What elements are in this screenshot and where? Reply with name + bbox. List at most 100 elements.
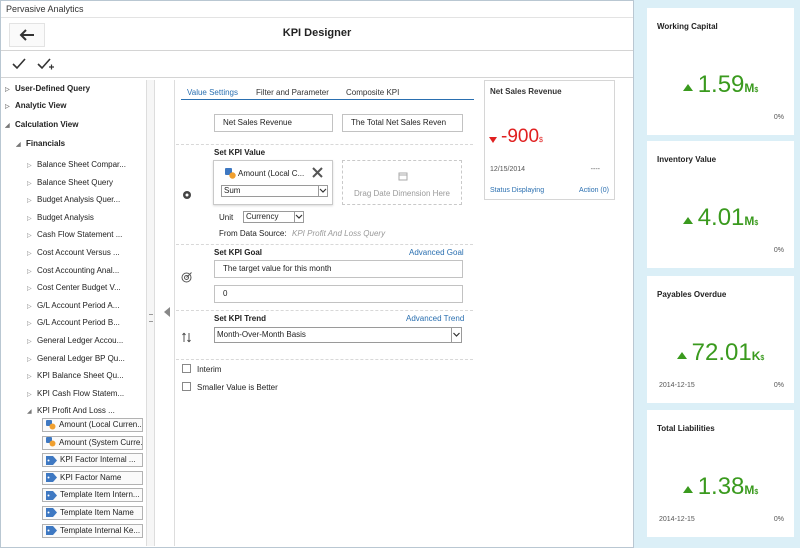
kpi-card-value: 4.01M$ xyxy=(647,204,794,232)
query-item[interactable]: ▷ Balance Sheet Query xyxy=(27,176,146,190)
section-separator xyxy=(176,244,473,245)
kpi-card-title: Total Liabilities xyxy=(657,424,715,433)
query-item[interactable]: ▷ G/L Account Period B... xyxy=(27,316,146,330)
caret-right-icon: ▷ xyxy=(5,87,10,93)
query-item[interactable]: ▷ Budget Analysis xyxy=(27,211,146,225)
kpi-card-date: 2014-12-15 xyxy=(659,516,695,523)
kpi-card[interactable]: Inventory Value 4.01M$ 0% xyxy=(647,141,794,268)
caret-right-icon: ▷ xyxy=(27,339,32,345)
tab-underline xyxy=(181,99,474,100)
tab-composite-kpi[interactable]: Composite KPI xyxy=(346,88,399,97)
query-item[interactable]: ▷ Balance Sheet Compar... xyxy=(27,158,146,172)
caret-right-icon: ▷ xyxy=(27,251,32,257)
data-source-value: KPI Profit And Loss Query xyxy=(292,229,386,238)
query-item[interactable]: ▷ KPI Balance Sheet Qu... xyxy=(27,369,146,383)
status-displaying-link[interactable]: Status Displaying xyxy=(490,187,544,194)
field-chip[interactable]: Template Item Intern... xyxy=(42,488,143,503)
kpi-card[interactable]: Payables Overdue 72.01K$ 2014-12-15 0% xyxy=(647,276,794,403)
field-chip[interactable]: Template Item Name xyxy=(42,506,143,520)
caret-right-icon: ▷ xyxy=(27,374,32,381)
save-button[interactable] xyxy=(9,55,29,73)
query-item[interactable]: ▷ Budget Analysis Quer... xyxy=(27,193,146,207)
set-kpi-value-label: Set KPI Value xyxy=(214,148,266,157)
dimension-tag-icon xyxy=(46,455,57,465)
tree-item-calculation-view[interactable]: ◢ Calculation View xyxy=(5,118,146,132)
collapse-sidebar-icon[interactable] xyxy=(164,307,170,317)
trend-up-icon xyxy=(676,352,687,360)
tree-item-analytic-view[interactable]: ▷ Analytic View xyxy=(5,99,146,113)
smaller-is-better-label: Smaller Value is Better xyxy=(197,383,278,392)
kpi-preview-card: Net Sales Revenue -900$ 12/15/2014 ---- … xyxy=(484,80,615,200)
field-chip[interactable]: KPI Factor Name xyxy=(42,470,143,485)
window-titlebar: Pervasive Analytics xyxy=(1,1,633,18)
query-item[interactable]: ◢ KPI Profit And Loss ... xyxy=(27,404,146,418)
action-link[interactable]: Action (0) xyxy=(579,187,609,194)
date-dimension-dropzone[interactable]: Drag Date Dimension Here xyxy=(342,160,462,205)
query-item[interactable]: ▷ General Ledger BP Qu... xyxy=(27,352,146,366)
aggregation-select[interactable]: Sum xyxy=(221,185,328,197)
query-item[interactable]: ▷ Cash Flow Statement ... xyxy=(27,228,146,242)
caret-right-icon: ▷ xyxy=(27,321,32,328)
calendar-icon xyxy=(398,172,408,181)
dimension-tag-icon xyxy=(46,525,57,535)
interim-checkbox[interactable] xyxy=(182,364,191,373)
field-chip[interactable]: Amount (Local Curren... xyxy=(42,418,143,432)
caret-right-icon: ▷ xyxy=(5,104,10,110)
page-header: KPI Designer xyxy=(1,18,633,51)
toolbar xyxy=(1,51,633,78)
set-kpi-trend-label: Set KPI Trend xyxy=(214,314,267,323)
advanced-trend-link[interactable]: Advanced Trend xyxy=(406,314,464,323)
sidebar-splitter[interactable] xyxy=(146,80,155,546)
kpi-card[interactable]: Total Liabilities 1.38M$ 2014-12-15 0% xyxy=(647,410,794,537)
chevron-down-icon xyxy=(451,328,461,342)
field-chip[interactable]: KPI Factor Internal ... xyxy=(42,453,143,468)
trend-select[interactable]: Month-Over-Month Basis xyxy=(214,327,462,343)
section-separator xyxy=(176,310,473,311)
trend-up-icon xyxy=(682,84,693,92)
kpi-card[interactable]: Working Capital 1.59M$ 0% xyxy=(647,8,794,135)
query-item[interactable]: ▷ General Ledger Accou... xyxy=(27,334,146,348)
goal-value-input[interactable]: 0 xyxy=(214,285,463,303)
caret-down-icon: ◢ xyxy=(5,123,10,129)
preview-date: 12/15/2014 xyxy=(490,166,526,173)
measure-icon xyxy=(46,419,56,430)
tree-item-user-defined-query[interactable]: ▷ User-Defined Query xyxy=(5,82,146,96)
query-item[interactable]: ▷ Cost Accounting Anal... xyxy=(27,264,146,278)
trend-up-icon xyxy=(682,486,693,494)
tab-filter-and-parameter[interactable]: Filter and Parameter xyxy=(256,88,329,97)
chevron-down-icon xyxy=(294,212,303,222)
field-chip[interactable]: Template Internal Ke... xyxy=(42,523,143,538)
back-button[interactable] xyxy=(9,23,45,47)
save-as-button[interactable] xyxy=(36,55,56,73)
field-chip[interactable]: Amount (System Curre... xyxy=(42,435,143,450)
chevron-down-icon xyxy=(318,186,327,196)
advanced-goal-link[interactable]: Advanced Goal xyxy=(409,248,464,257)
kpi-card-value: 1.59M$ xyxy=(647,71,794,99)
query-item[interactable]: ▷ Cost Account Versus ... xyxy=(27,246,146,260)
smaller-is-better-checkbox[interactable] xyxy=(182,382,191,391)
kpi-card-title: Payables Overdue xyxy=(657,290,727,299)
value-field-label: Amount (Local C... xyxy=(238,169,305,178)
kpi-card-percent: 0% xyxy=(773,516,784,523)
tree-item-financials[interactable]: ◢ Financials xyxy=(16,137,146,151)
tab-value-settings[interactable]: Value Settings xyxy=(187,88,238,97)
query-item[interactable]: ▷ G/L Account Period A... xyxy=(27,299,146,313)
trend-down-icon xyxy=(489,136,497,143)
query-item[interactable]: ▷ KPI Cash Flow Statem... xyxy=(27,387,146,401)
preview-value: -900$ xyxy=(489,126,543,148)
query-item[interactable]: ▷ Cost Center Budget V... xyxy=(27,281,146,295)
kpi-name-input[interactable]: Net Sales Revenue xyxy=(214,114,333,132)
unit-select[interactable]: Currency xyxy=(243,211,304,223)
section-separator xyxy=(176,359,473,360)
kpi-description-input[interactable]: The Total Net Sales Reven xyxy=(342,114,463,132)
caret-right-icon: ▷ xyxy=(27,268,32,275)
goal-description-input[interactable]: The target value for this month xyxy=(214,260,463,278)
kpi-value-dropzone[interactable]: Amount (Local C... Sum xyxy=(213,160,333,205)
caret-right-icon: ▷ xyxy=(27,356,32,363)
caret-down-icon: ◢ xyxy=(27,409,32,416)
section-separator xyxy=(176,144,473,145)
caret-right-icon: ▷ xyxy=(27,215,32,222)
data-source-label: From Data Source: xyxy=(219,229,287,238)
remove-icon[interactable] xyxy=(312,167,323,178)
preview-goal: ---- xyxy=(590,166,600,173)
